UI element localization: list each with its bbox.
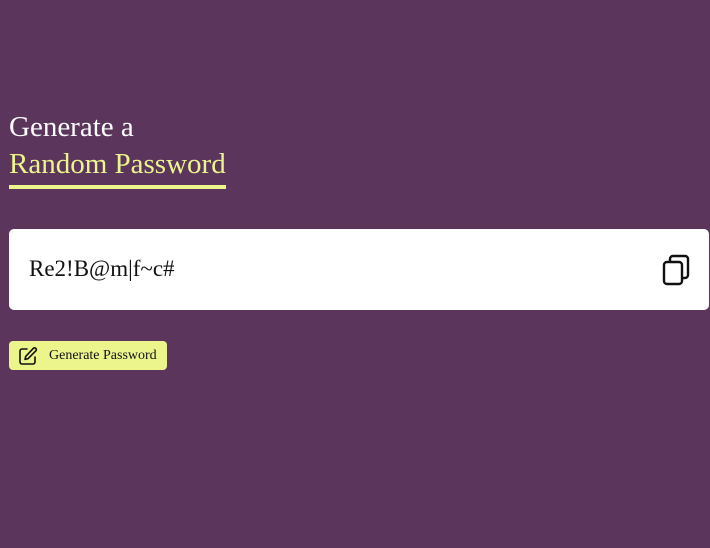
copy-icon [662,254,690,286]
copy-button[interactable] [661,253,691,287]
title-line-2: Random Password [9,147,226,189]
title-line-1: Generate a [9,111,134,143]
password-display: Re2!B@m|f~c# [9,229,709,310]
edit-icon [18,346,38,366]
generate-password-button[interactable]: Generate Password [9,341,167,370]
page-title: Generate a Random Password [9,110,226,189]
generate-button-label: Generate Password [49,347,157,363]
password-value: Re2!B@m|f~c# [29,256,175,281]
